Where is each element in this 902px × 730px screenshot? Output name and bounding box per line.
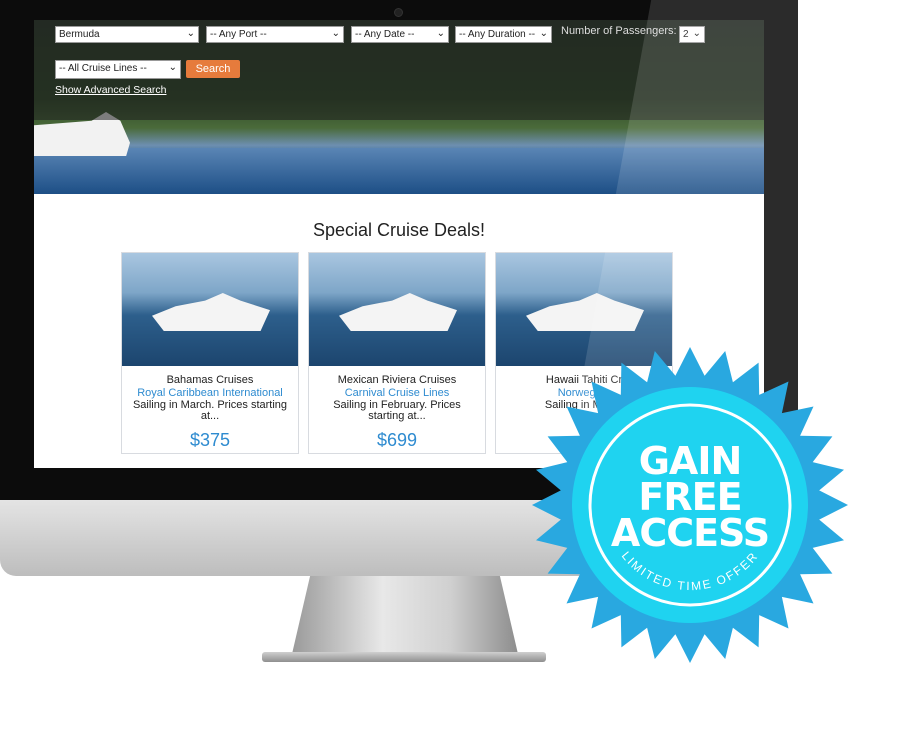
deal-cruise-line[interactable]: Carnival Cruise Lines (309, 387, 485, 399)
badge-line-1: GAIN (638, 439, 743, 483)
deal-description: Sailing in February. Prices starting at.… (333, 399, 461, 422)
ship-image (339, 293, 457, 331)
deal-price: $375 (189, 430, 231, 450)
free-access-badge[interactable]: LIMITED TIME OFFER GAIN FREE ACCESS (530, 345, 850, 665)
deal-image (122, 253, 298, 366)
chevron-down-icon: ⌄ (539, 28, 548, 39)
search-button[interactable]: Search (186, 60, 240, 78)
chevron-down-icon: ⌄ (168, 62, 177, 73)
deal-description: Sailing in March. Prices starting at... (132, 399, 288, 422)
deal-card[interactable]: Mexican Riviera Cruises Carnival Cruise … (308, 252, 486, 454)
chevron-down-icon: ⌄ (436, 28, 445, 39)
badge-line-3: ACCESS (610, 511, 770, 555)
badge-line-2: FREE (638, 475, 742, 519)
duration-select[interactable]: -- Any Duration -- ⌄ (455, 26, 552, 43)
monitor-stand (292, 576, 518, 654)
deal-cruise-line[interactable]: Royal Caribbean International (122, 387, 298, 399)
deal-price: $699 (376, 430, 418, 450)
date-select[interactable]: -- Any Date -- ⌄ (351, 26, 449, 43)
cruise-line-value: -- All Cruise Lines -- (59, 63, 147, 74)
chevron-down-icon: ⌄ (186, 28, 195, 39)
ship-image (152, 293, 270, 331)
deal-card[interactable]: Bahamas Cruises Royal Caribbean Internat… (121, 252, 299, 454)
destination-select[interactable]: Bermuda ⌄ (55, 26, 199, 43)
port-value: -- Any Port -- (210, 29, 267, 40)
camera (394, 8, 403, 17)
monitor-base (262, 652, 546, 662)
duration-value: -- Any Duration -- (459, 29, 536, 40)
deal-name: Mexican Riviera Cruises (337, 374, 457, 386)
cruise-line-select[interactable]: -- All Cruise Lines -- ⌄ (55, 60, 181, 79)
deal-name: Bahamas Cruises (166, 374, 254, 386)
deal-image (309, 253, 485, 366)
badge-title: GAIN FREE ACCESS (530, 439, 850, 555)
port-select[interactable]: -- Any Port -- ⌄ (206, 26, 344, 43)
destination-value: Bermuda (59, 29, 100, 40)
date-value: -- Any Date -- (355, 29, 415, 40)
advanced-search-link[interactable]: Show Advanced Search (55, 84, 167, 96)
chevron-down-icon: ⌄ (331, 28, 340, 39)
